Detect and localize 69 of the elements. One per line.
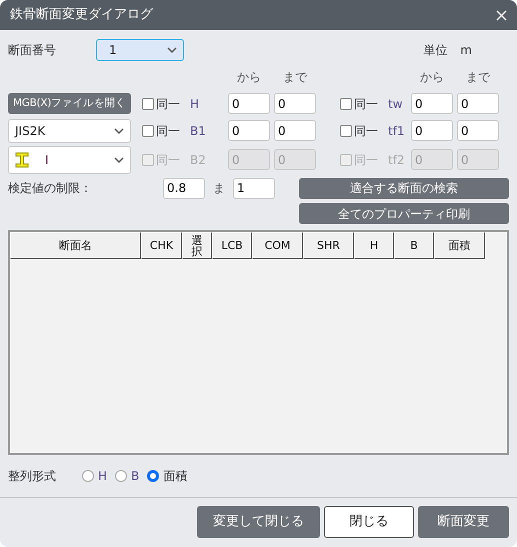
unit-label: 単位: [423, 42, 448, 59]
number-field[interactable]: 0: [457, 120, 499, 141]
column-header: から: [236, 69, 262, 86]
standard-select[interactable]: JIS2K: [8, 118, 131, 142]
radio-button[interactable]: [82, 470, 94, 482]
limit-from-field[interactable]: 0.8: [163, 178, 205, 198]
parameter-label: H: [190, 96, 200, 112]
number-field[interactable]: 0: [274, 120, 316, 141]
print-button[interactable]: 全てのプロパーティ印刷: [299, 203, 509, 224]
i-beam-icon: [15, 152, 29, 168]
number-field[interactable]: 0: [274, 93, 316, 114]
dialog-button[interactable]: 閉じる: [324, 506, 414, 538]
column-header[interactable]: 選択: [182, 232, 212, 259]
radio-button[interactable]: [115, 470, 128, 482]
number-field[interactable]: 0: [457, 93, 499, 114]
limit-to-label: ま: [213, 180, 226, 197]
checkbox-label: 同一: [156, 152, 180, 168]
radio-label: 面積: [163, 468, 188, 485]
checkbox-label: 同一: [156, 96, 180, 112]
parameter-label: tf1: [388, 122, 405, 140]
window-title: 鉄骨断面変更ダイアログ: [10, 6, 153, 24]
checkbox-label: 同一: [156, 122, 180, 140]
column-header: まで: [282, 69, 308, 86]
column-header[interactable]: LCB: [212, 232, 252, 259]
column-header[interactable]: COM: [252, 232, 303, 259]
open-file-button[interactable]: MGB(X)ファイルを開く: [8, 93, 131, 114]
limit-to-field[interactable]: 1: [233, 178, 275, 198]
column-header: まで: [465, 69, 492, 86]
column-header: から: [419, 69, 445, 86]
caret-icon: [114, 128, 124, 134]
limit-label: 検定値の制限：: [8, 180, 93, 197]
checkbox[interactable]: [142, 124, 154, 136]
dialog-button[interactable]: 変更して閉じる: [197, 506, 320, 538]
checkbox-label: 同一: [354, 152, 378, 168]
radio-label: B: [131, 468, 140, 485]
section-number-select[interactable]: 1: [96, 39, 184, 61]
column-header[interactable]: SHR: [303, 232, 354, 259]
radio-label: H: [98, 468, 108, 485]
field-label: 断面番号: [8, 42, 57, 59]
column-header[interactable]: 面積: [434, 232, 485, 259]
select-value: JIS2K: [15, 122, 46, 140]
close-icon[interactable]: [496, 10, 507, 20]
sort-label: 整列形式: [8, 468, 57, 485]
select-value: 1: [109, 42, 117, 59]
column-header[interactable]: CHK: [141, 232, 182, 259]
number-field[interactable]: 0: [228, 93, 270, 114]
parameter-label: tw: [388, 96, 403, 112]
radio-button[interactable]: [147, 470, 160, 482]
parameter-label: B1: [190, 122, 206, 140]
unit-value: m: [460, 42, 472, 59]
column-header[interactable]: H: [354, 232, 394, 259]
caret-icon: [167, 47, 177, 53]
parameter-label: B2: [190, 152, 206, 168]
number-field[interactable]: 0: [228, 120, 270, 141]
dialog-button[interactable]: 断面変更: [418, 506, 509, 538]
shape-select[interactable]: I: [8, 146, 131, 174]
checkbox[interactable]: [340, 98, 352, 110]
number-field[interactable]: 0: [411, 120, 453, 141]
search-button[interactable]: 適合する断面の検索: [299, 178, 509, 198]
caret-icon: [114, 156, 124, 162]
checkbox-label: 同一: [354, 96, 378, 112]
number-field[interactable]: 0: [411, 93, 453, 114]
checkbox[interactable]: [142, 98, 154, 110]
checkbox-label: 同一: [354, 122, 378, 140]
column-header[interactable]: B: [394, 232, 434, 259]
parameter-label: tf2: [388, 152, 405, 168]
select-value: I: [45, 152, 49, 168]
column-header[interactable]: 断面名: [10, 232, 141, 259]
checkbox[interactable]: [340, 124, 352, 136]
